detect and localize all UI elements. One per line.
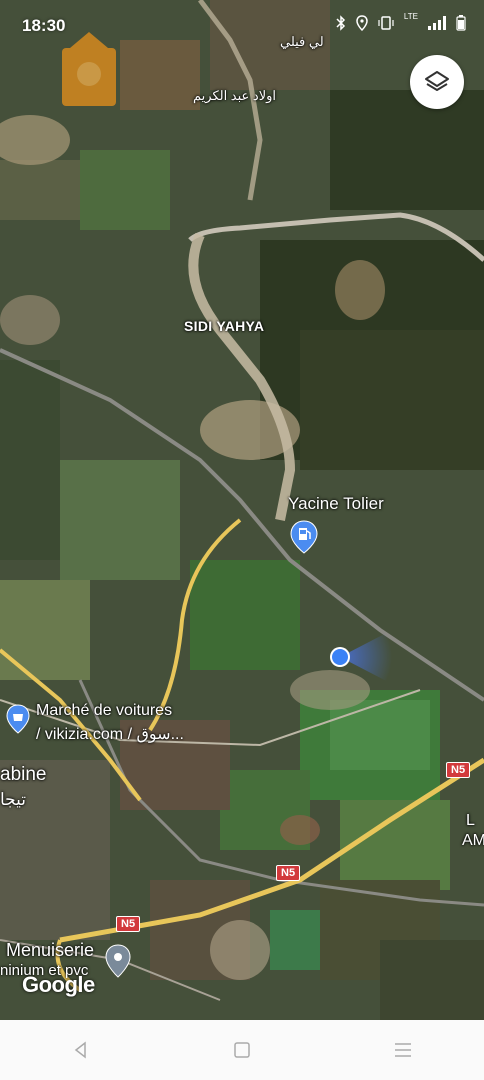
menu-icon xyxy=(395,1043,412,1057)
user-location-dot[interactable] xyxy=(329,646,351,668)
status-time: 18:30 xyxy=(22,16,66,35)
back-icon xyxy=(74,1041,86,1059)
road-shield-n5: N5 xyxy=(446,762,471,778)
signal-icon xyxy=(428,16,446,30)
place-pin-icon[interactable] xyxy=(105,944,131,978)
google-attribution: Google xyxy=(22,972,95,997)
place-label-marche-line2[interactable]: / vikizia.com / سوق... xyxy=(36,724,184,744)
layers-button[interactable] xyxy=(410,55,464,109)
status-icons: LTE xyxy=(336,12,466,31)
place-label-ouled-abdelkrim: اولاد عبد الكريم xyxy=(193,88,277,103)
vibrate-icon xyxy=(378,16,394,30)
network-type: LTE xyxy=(403,12,418,21)
nav-home-button[interactable] xyxy=(217,1030,267,1070)
place-label-marche-line1[interactable]: Marché de voitures xyxy=(36,702,172,720)
road-shield-n5: N5 xyxy=(276,865,301,881)
layers-icon xyxy=(425,71,449,91)
place-label-sidi-yahya: SIDI YAHYA xyxy=(184,318,265,334)
place-label-menuiserie-line1[interactable]: Menuiserie xyxy=(6,940,94,961)
place-label-tabine-arabic: تيجا xyxy=(0,790,27,809)
gas-station-pin-icon[interactable] xyxy=(290,520,318,554)
place-label-right-am: AM xyxy=(462,832,484,849)
satellite-imagery xyxy=(0,0,484,1020)
system-nav-bar xyxy=(0,1020,484,1080)
battery-icon xyxy=(456,15,466,31)
shopping-pin-icon[interactable] xyxy=(6,704,30,734)
location-icon xyxy=(356,15,368,31)
nav-back-button[interactable] xyxy=(56,1030,106,1070)
home-icon xyxy=(234,1042,250,1058)
bluetooth-icon xyxy=(336,15,345,31)
map-view[interactable]: اولاد عبد الكريم لي فيلي SIDI YAHYA Yaci… xyxy=(0,0,484,1020)
place-label-right-l: L xyxy=(466,812,475,829)
place-label-yacine-tolier[interactable]: Yacine Tolier xyxy=(288,494,384,514)
status-bar: 18:30 LTE xyxy=(0,0,484,52)
nav-recents-button[interactable] xyxy=(378,1030,428,1070)
road-shield-n5: N5 xyxy=(116,916,141,932)
place-label-tabine: abine xyxy=(0,764,47,785)
